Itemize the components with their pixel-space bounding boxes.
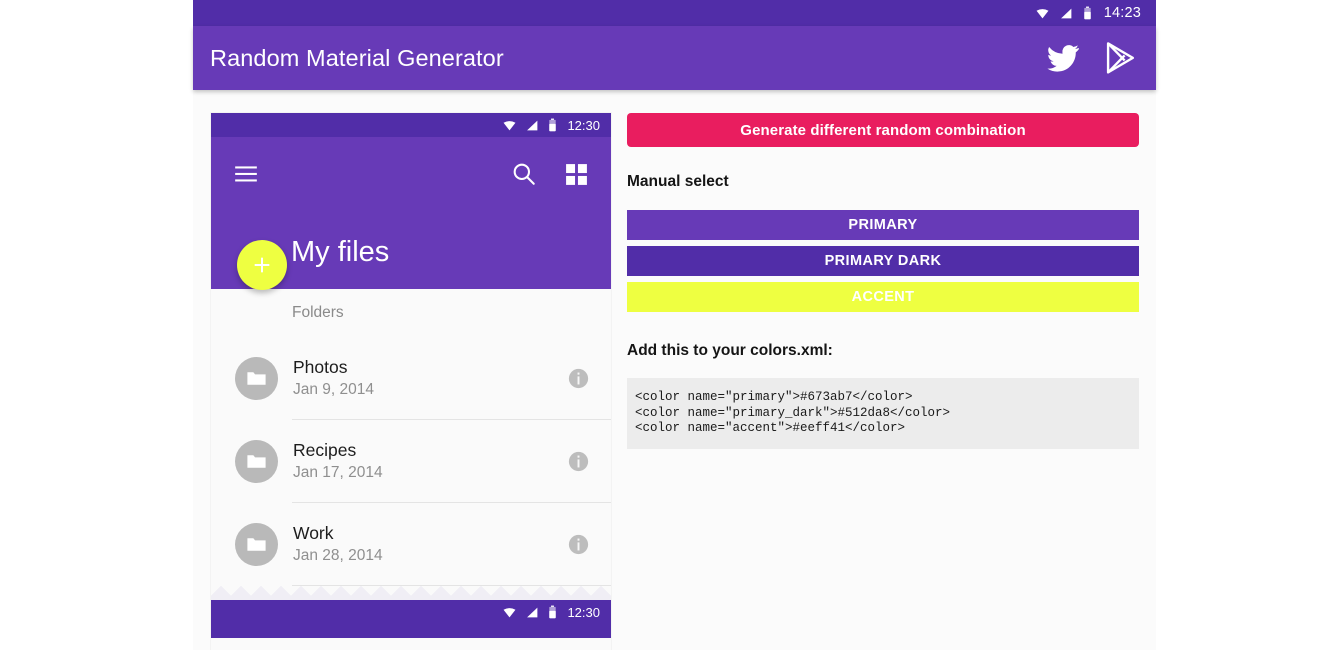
preview-toolbar-actions	[511, 161, 589, 187]
folder-icon	[247, 371, 266, 385]
info-icon[interactable]	[568, 451, 589, 472]
xml-instruction-label: Add this to your colors.xml:	[627, 342, 833, 359]
row-text: Photos Jan 9, 2014	[293, 356, 374, 401]
twitter-icon[interactable]	[1043, 41, 1083, 75]
controls-panel: Generate different random combination Ma…	[627, 113, 1139, 650]
list-subheader: Folders	[292, 304, 344, 321]
preview-file-list: Folders Photos Jan 9, 2014 Recipes Jan 1…	[211, 289, 611, 586]
row-title: Recipes	[293, 439, 357, 460]
wifi-icon	[1036, 8, 1049, 18]
search-icon[interactable]	[511, 161, 537, 187]
preview-status-bar-clock: 12:30	[567, 117, 600, 133]
floating-action-button[interactable]	[237, 240, 287, 290]
wifi-icon	[503, 120, 516, 130]
signal-icon	[527, 607, 538, 617]
page-root: 14:23 Random Material Generator 12:30 My…	[0, 0, 1343, 650]
row-title: Work	[293, 522, 334, 543]
row-subtitle: Jan 9, 2014	[293, 380, 375, 398]
manual-select-label: Manual select	[627, 173, 729, 190]
folder-avatar	[235, 356, 278, 400]
colors-xml-code[interactable]: <color name="primary">#673ab7</color> <c…	[627, 378, 1139, 449]
google-play-icon[interactable]	[1101, 40, 1141, 76]
preview-bottom-status-bar-clock: 12:30	[567, 604, 600, 620]
content-column: 14:23 Random Material Generator 12:30 My…	[193, 0, 1156, 650]
preview-status-bar: 12:30	[211, 113, 611, 137]
row-text: Work Jan 28, 2014	[293, 522, 383, 567]
system-status-bar: 14:23	[193, 0, 1156, 26]
folder-icon	[247, 537, 266, 551]
battery-icon	[549, 118, 557, 132]
swatch-accent[interactable]: ACCENT	[627, 282, 1139, 312]
info-icon[interactable]	[568, 534, 589, 555]
body-wrapper: 12:30 My files Folders Photos Jan 9, 201…	[193, 90, 1156, 650]
grid-view-icon[interactable]	[564, 162, 589, 187]
table-row[interactable]: Work Jan 28, 2014	[211, 503, 611, 585]
swatch-primary-dark[interactable]: PRIMARY DARK	[627, 246, 1139, 276]
plus-icon	[254, 257, 270, 273]
folder-icon	[247, 454, 266, 468]
page-title: Random Material Generator	[210, 44, 504, 71]
wifi-icon	[503, 607, 516, 617]
swatch-primary[interactable]: PRIMARY	[627, 210, 1139, 240]
row-title: Photos	[293, 356, 348, 377]
preview-bottom-status-bar: 12:30	[211, 600, 611, 638]
battery-icon	[549, 605, 557, 619]
signal-icon	[1060, 8, 1072, 18]
battery-icon	[1083, 6, 1091, 20]
preview-title: My files	[291, 236, 390, 268]
row-text: Recipes Jan 17, 2014	[293, 439, 383, 484]
app-bar-actions	[1043, 40, 1141, 76]
info-icon[interactable]	[568, 368, 589, 389]
signal-icon	[527, 120, 538, 130]
preview-torn-edge	[211, 586, 611, 600]
phone-preview: 12:30 My files Folders Photos Jan 9, 201…	[211, 113, 611, 650]
app-bar: Random Material Generator	[193, 26, 1156, 90]
generate-combination-button[interactable]: Generate different random combination	[627, 113, 1139, 147]
status-bar-clock: 14:23	[1103, 5, 1141, 21]
folder-avatar	[235, 522, 278, 566]
hamburger-menu-icon[interactable]	[233, 161, 259, 187]
table-row[interactable]: Recipes Jan 17, 2014	[211, 420, 611, 502]
folder-avatar	[235, 439, 278, 483]
row-subtitle: Jan 17, 2014	[293, 463, 383, 481]
color-swatches: PRIMARY PRIMARY DARK ACCENT	[627, 210, 1139, 312]
preview-toolbar	[211, 137, 611, 197]
row-subtitle: Jan 28, 2014	[293, 546, 383, 564]
table-row[interactable]: Photos Jan 9, 2014	[211, 337, 611, 419]
